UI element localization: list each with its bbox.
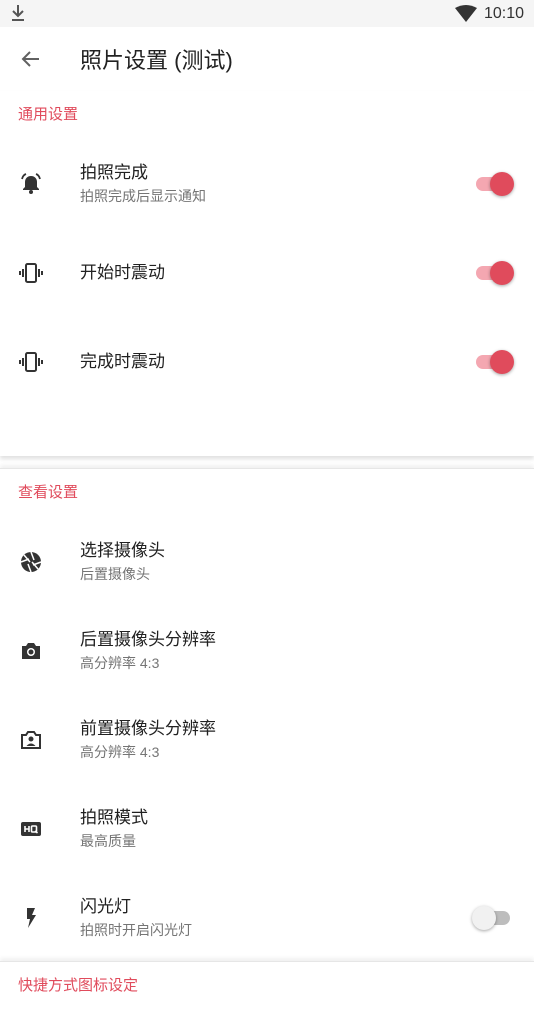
general-settings-section: 通用设置 拍照完成 拍照完成后显示通知 开始时震动 完成时震动 bbox=[0, 91, 534, 456]
setting-row-capture-mode[interactable]: 拍照模式 最高质量 bbox=[0, 784, 534, 873]
setting-row-vibrate-start[interactable]: 开始时震动 bbox=[0, 228, 534, 317]
setting-subtitle: 高分辨率 4:3 bbox=[80, 743, 160, 760]
arrow-back-icon[interactable] bbox=[19, 47, 43, 71]
toggle-switch-flash[interactable] bbox=[472, 905, 512, 930]
setting-title: 完成时震动 bbox=[80, 351, 165, 371]
page-title: 照片设置 (测试) bbox=[80, 48, 233, 73]
setting-title: 后置摄像头分辨率 bbox=[80, 629, 216, 649]
vibrate-icon bbox=[19, 351, 43, 372]
camera-shutter-icon bbox=[20, 551, 42, 572]
setting-subtitle: 拍照时开启闪光灯 bbox=[80, 921, 192, 938]
setting-subtitle: 拍照完成后显示通知 bbox=[80, 187, 206, 204]
setting-title: 开始时震动 bbox=[80, 262, 165, 282]
shortcut-settings-section: 快捷方式图标设定 bbox=[0, 961, 534, 1010]
setting-subtitle: 最高质量 bbox=[80, 832, 136, 849]
setting-title: 前置摄像头分辨率 bbox=[80, 718, 216, 738]
camera-icon bbox=[22, 642, 40, 659]
setting-row-vibrate-complete[interactable]: 完成时震动 bbox=[0, 317, 534, 406]
setting-row-front-resolution[interactable]: 前置摄像头分辨率 高分辨率 4:3 bbox=[0, 695, 534, 784]
flash-icon bbox=[27, 907, 36, 928]
camera-front-icon bbox=[21, 730, 41, 749]
view-settings-section: 查看设置 选择摄像头 后置摄像头 后置摄像头分辨率 高分辨率 4:3 前置摄像头… bbox=[0, 468, 534, 949]
toggle-switch-vibrate-start[interactable] bbox=[476, 260, 514, 285]
app-bar: 照片设置 (测试) bbox=[0, 27, 534, 91]
section-header-general: 通用设置 bbox=[18, 106, 79, 123]
alarm-bell-icon bbox=[21, 172, 41, 194]
setting-subtitle: 后置摄像头 bbox=[80, 565, 150, 582]
setting-subtitle: 高分辨率 4:3 bbox=[80, 654, 160, 671]
setting-title: 拍照模式 bbox=[80, 807, 148, 827]
section-header-shortcut: 快捷方式图标设定 bbox=[18, 977, 139, 994]
download-icon bbox=[12, 5, 24, 21]
status-bar: 10:10 bbox=[0, 0, 534, 27]
toggle-switch-vibrate-complete[interactable] bbox=[476, 349, 514, 374]
wifi-icon bbox=[455, 5, 477, 22]
toggle-switch-photo-complete[interactable] bbox=[476, 171, 514, 196]
setting-row-rear-resolution[interactable]: 后置摄像头分辨率 高分辨率 4:3 bbox=[0, 606, 534, 695]
section-header-view: 查看设置 bbox=[18, 484, 79, 501]
setting-title: 选择摄像头 bbox=[80, 540, 165, 560]
vibrate-icon bbox=[19, 262, 43, 283]
status-time: 10:10 bbox=[483, 5, 524, 22]
setting-title: 闪光灯 bbox=[80, 896, 131, 916]
setting-row-select-camera[interactable]: 选择摄像头 后置摄像头 bbox=[0, 517, 534, 606]
hq-icon bbox=[21, 821, 41, 836]
setting-row-photo-complete[interactable]: 拍照完成 拍照完成后显示通知 bbox=[0, 139, 534, 228]
setting-title: 拍照完成 bbox=[80, 162, 148, 182]
